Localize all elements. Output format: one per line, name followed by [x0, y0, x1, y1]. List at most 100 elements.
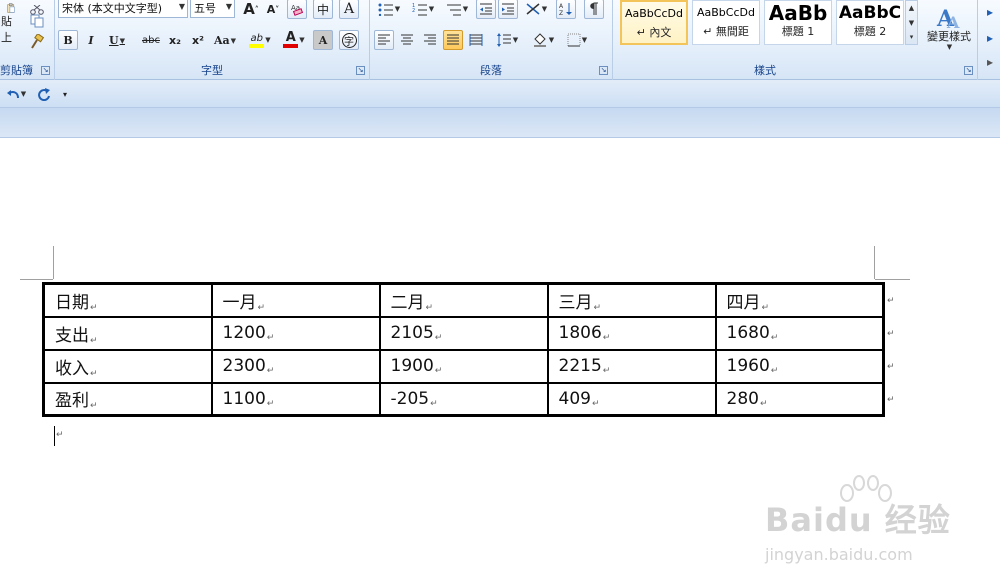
- subscript-button[interactable]: x₂: [165, 30, 185, 50]
- distributed-button[interactable]: [466, 30, 486, 50]
- style-heading-1[interactable]: AaBb 標題 1: [764, 0, 832, 45]
- cell-end-mark: ↵: [593, 302, 602, 313]
- shrink-font-button[interactable]: A ˅: [263, 0, 283, 19]
- format-painter-button[interactable]: [27, 32, 47, 52]
- sort-button[interactable]: AZ: [556, 0, 576, 19]
- strikethrough-button[interactable]: abc: [139, 30, 163, 50]
- data-table[interactable]: 日期↵ 一月↵ 二月↵ 三月↵ 四月↵ 支出↵ 1200↵ 2105↵ 1806↵ 1680↵ 收入…: [42, 282, 885, 417]
- chevron-down-icon: ▼: [265, 36, 271, 44]
- numbering-button[interactable]: 12 ▼: [408, 0, 438, 19]
- highlight-text: ab: [250, 32, 264, 44]
- table-cell[interactable]: 收入↵: [42, 348, 213, 384]
- style-normal[interactable]: AaBbCcDd ↵ 內文: [620, 0, 688, 45]
- line-spacing-button[interactable]: ▼: [492, 30, 522, 50]
- customize-qat-button[interactable]: ▾: [58, 84, 72, 104]
- cell-text: -205: [390, 388, 430, 409]
- paragraph-mark: ↵: [56, 430, 64, 440]
- superscript-button[interactable]: x²: [188, 30, 208, 50]
- change-case-button[interactable]: Aa ▼: [211, 30, 239, 50]
- cell-end-mark: ↵: [434, 333, 443, 343]
- font-size-select[interactable]: 五号 ▼: [190, 0, 235, 18]
- table-cell[interactable]: 1100↵: [210, 381, 381, 417]
- font-launcher-icon[interactable]: ↘: [356, 66, 365, 75]
- italic-button[interactable]: I: [81, 30, 101, 50]
- table-cell[interactable]: 1900↵: [378, 348, 549, 384]
- table-cell[interactable]: -205↵: [378, 381, 549, 417]
- change-styles-button[interactable]: A A 變更樣式 ▼: [921, 0, 977, 56]
- style-heading-1-name: 標題 1: [781, 25, 815, 38]
- clipboard-launcher-icon[interactable]: ↘: [41, 66, 50, 75]
- table-cell[interactable]: 409↵: [546, 381, 717, 417]
- style-no-spacing[interactable]: AaBbCcDd ↵ 無間距: [692, 0, 760, 45]
- paste-button[interactable]: 貼上: [0, 2, 22, 46]
- multilevel-list-button[interactable]: ▼: [442, 0, 472, 19]
- undo-button[interactable]: ▼: [2, 84, 30, 104]
- paragraph-group-label: 段落: [480, 64, 502, 77]
- undo-icon: [6, 90, 19, 99]
- character-border-button[interactable]: A: [339, 0, 359, 19]
- watermark-url: jingyan.baidu.com: [765, 545, 913, 564]
- sort-icon: AZ: [559, 3, 572, 16]
- grow-font-button[interactable]: A ˄: [241, 0, 261, 19]
- decrease-indent-button[interactable]: [476, 0, 496, 19]
- chevron-down-icon: ▼: [946, 42, 953, 51]
- character-shading-icon: A: [318, 33, 328, 47]
- enclose-characters-button[interactable]: 字: [339, 30, 359, 50]
- shading-button[interactable]: ▼: [528, 30, 558, 50]
- table-cell[interactable]: 1200↵: [210, 315, 381, 351]
- table-cell[interactable]: 280↵: [714, 381, 885, 417]
- align-center-button[interactable]: [397, 30, 417, 50]
- bold-button[interactable]: B: [58, 30, 78, 50]
- show-marks-button[interactable]: [584, 0, 604, 19]
- table-header-cell[interactable]: 日期↵: [42, 282, 213, 318]
- borders-button[interactable]: ▼: [562, 30, 592, 50]
- table-header-cell[interactable]: 二月↵: [378, 282, 549, 318]
- chinese-layout-icon: [526, 3, 540, 15]
- align-right-button[interactable]: [420, 30, 440, 50]
- replace-icon[interactable]: ▸: [980, 28, 1000, 48]
- paragraph-launcher-icon[interactable]: ↘: [599, 66, 608, 75]
- italic-icon: I: [88, 33, 94, 47]
- copy-button[interactable]: [27, 11, 47, 31]
- table-cell[interactable]: 盈利↵: [42, 381, 213, 417]
- increase-indent-button[interactable]: [498, 0, 518, 19]
- cell-text: 2215: [558, 356, 602, 376]
- table-cell[interactable]: 1960↵: [714, 348, 885, 384]
- table-cell[interactable]: 2215↵: [546, 348, 717, 384]
- underline-button[interactable]: U ▼: [105, 30, 129, 50]
- cell-end-mark: ↵: [591, 398, 600, 409]
- find-icon[interactable]: ▸: [980, 2, 1000, 22]
- strikethrough-icon: abc: [142, 34, 160, 46]
- table-cell[interactable]: 2300↵: [210, 348, 381, 384]
- redo-button[interactable]: [34, 84, 54, 104]
- table-cell[interactable]: 1680↵: [714, 315, 885, 351]
- table-cell[interactable]: 2105↵: [378, 315, 549, 351]
- gallery-up-icon[interactable]: ▲: [906, 1, 917, 16]
- bullets-button[interactable]: ▼: [374, 0, 404, 19]
- font-color-button[interactable]: A ▼: [279, 30, 309, 50]
- align-left-button[interactable]: [374, 30, 394, 50]
- svg-text:2: 2: [412, 8, 415, 14]
- gallery-down-icon[interactable]: ▼: [906, 16, 917, 31]
- styles-launcher-icon[interactable]: ↘: [964, 66, 973, 75]
- character-shading-button[interactable]: A: [313, 30, 333, 50]
- justify-button[interactable]: [443, 30, 463, 50]
- align-center-icon: [401, 34, 413, 45]
- clear-format-button[interactable]: Aa: [287, 0, 307, 19]
- chevron-down-icon: ▼: [428, 5, 435, 13]
- table-header-cell[interactable]: 三月↵: [546, 282, 717, 318]
- gallery-more-icon[interactable]: ▾: [906, 31, 917, 44]
- select-icon[interactable]: ▸: [980, 52, 1000, 72]
- quick-access-toolbar: ▼ ▾: [0, 80, 1000, 108]
- paragraph-group: ▼ 12 ▼ ▼ ▼ A Z ▼ ▼ ▼ 段落 ↘: [370, 0, 613, 80]
- table-cell[interactable]: 支出↵: [42, 315, 213, 351]
- font-family-select[interactable]: 宋体 (本文中文字型) ▼: [58, 0, 188, 18]
- table-header-cell[interactable]: 一月↵: [210, 282, 381, 318]
- crop-mark-left-vertical: [53, 246, 54, 279]
- table-header-cell[interactable]: 四月↵: [714, 282, 885, 318]
- chinese-layout-button[interactable]: ▼: [522, 0, 550, 19]
- highlight-button[interactable]: ab ▼: [245, 30, 275, 50]
- style-heading-2[interactable]: AaBbC 標題 2: [836, 0, 904, 45]
- phonetic-guide-button[interactable]: 中: [313, 0, 333, 19]
- table-cell[interactable]: 1806↵: [546, 315, 717, 351]
